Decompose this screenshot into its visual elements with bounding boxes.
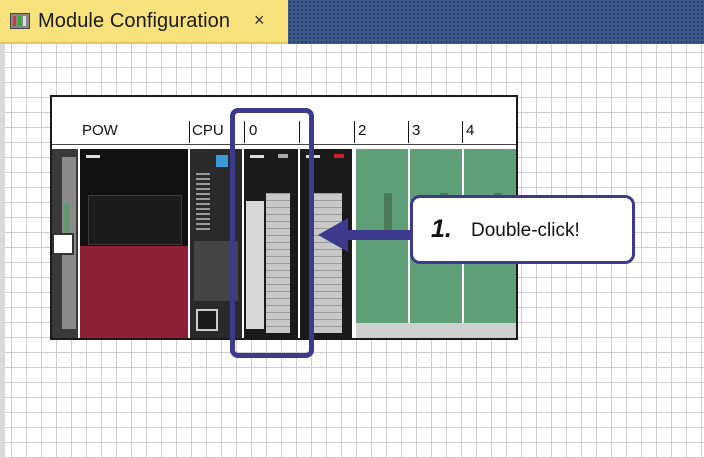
tab-title: Module Configuration [38,10,231,32]
slot-0-highlight[interactable] [230,108,314,358]
slot-label-4: 4 [466,122,475,139]
base-end-cap [52,149,78,338]
arrow-left-icon [318,218,416,252]
tab-bar: Module Configuration × [0,0,704,44]
slot-label-cpu: CPU [192,122,224,139]
slot-divider [189,121,190,143]
module-configuration-icon [10,13,30,29]
slot-divider [462,121,463,143]
base-rail [356,323,516,338]
slot-label-2: 2 [358,122,367,139]
slot-divider [354,121,355,143]
slot-label-pow: POW [82,122,118,139]
callout-step-number: 1. [431,215,452,243]
tab-module-configuration[interactable]: Module Configuration × [0,0,288,44]
callout-text: Double-click! [471,220,580,241]
instruction-callout: 1. Double-click! [410,195,635,264]
slot-divider [408,121,409,143]
slot-label-3: 3 [412,122,421,139]
power-supply-module[interactable] [80,149,188,338]
base-connector-icon [52,233,74,255]
close-icon[interactable]: × [254,10,265,31]
